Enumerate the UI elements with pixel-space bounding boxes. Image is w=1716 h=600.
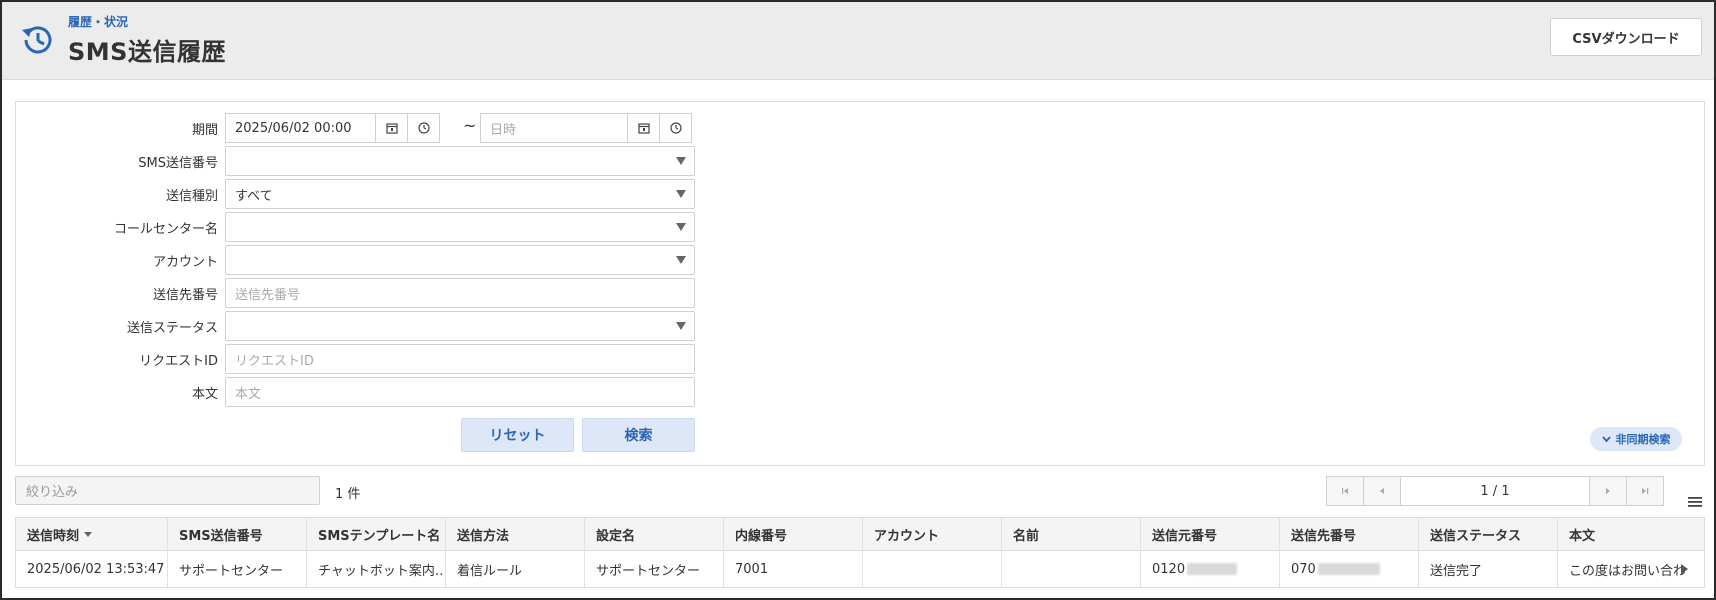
- call-center-label: コールセンター名: [113, 221, 218, 237]
- dropdown-arrow-icon: [676, 322, 686, 330]
- cell-from: 0120: [1141, 551, 1280, 587]
- dropdown-arrow-icon: [676, 223, 686, 231]
- col-header-body[interactable]: 本文: [1558, 518, 1694, 550]
- account-select[interactable]: [225, 245, 695, 275]
- call-center-select[interactable]: [225, 212, 695, 242]
- search-panel: 期間 2025/06/02 00:00 ~ 日時 SMS送信番号 送信種別 すべ…: [15, 101, 1705, 466]
- cell-body: この度はお問い合わ: [1558, 551, 1694, 587]
- cell-sms-number: サポートセンター: [168, 551, 307, 587]
- cell-setting: サポートセンター: [585, 551, 724, 587]
- period-from-input[interactable]: 2025/06/02 00:00: [225, 113, 376, 143]
- period-label: 期間: [191, 122, 218, 138]
- app-window: 履歴・状況 SMS送信履歴 CSVダウンロード 期間 2025/06/02 00…: [0, 0, 1716, 600]
- dest-number-input[interactable]: 送信先番号: [225, 278, 695, 308]
- cell-method: 着信ルール: [446, 551, 585, 587]
- col-header-status[interactable]: 送信ステータス: [1419, 518, 1558, 550]
- first-page-icon: [1342, 488, 1348, 494]
- col-header-time-label: 送信時刻: [27, 528, 80, 544]
- history-icon: [22, 26, 52, 54]
- send-type-label: 送信種別: [165, 188, 218, 204]
- calendar-button-to[interactable]: [627, 113, 660, 143]
- to-number-prefix: 070: [1291, 561, 1316, 577]
- col-header-setting[interactable]: 設定名: [585, 518, 724, 550]
- col-header-name[interactable]: 名前: [1002, 518, 1141, 550]
- col-header-to[interactable]: 送信先番号: [1280, 518, 1419, 550]
- body-placeholder: 本文: [235, 386, 262, 402]
- calendar-icon: [637, 123, 650, 134]
- col-header-sms-number[interactable]: SMS送信番号: [168, 518, 307, 550]
- col-header-from[interactable]: 送信元番号: [1141, 518, 1280, 550]
- calendar-button-from[interactable]: [375, 113, 408, 143]
- result-count: 1 件: [335, 487, 361, 502]
- page-title: SMS送信履歴: [68, 38, 226, 66]
- request-id-label: リクエストID: [139, 353, 218, 369]
- expand-icon[interactable]: [1681, 564, 1688, 574]
- page-header: 履歴・状況 SMS送信履歴 CSVダウンロード: [2, 2, 1714, 80]
- table-header: 送信時刻 SMS送信番号 SMSテンプレート名 送信方法 設定名 内線番号 アカ…: [16, 518, 1704, 551]
- next-page-icon: [1606, 488, 1610, 494]
- clock-button-to[interactable]: [659, 113, 692, 143]
- async-search-button[interactable]: 非同期検索: [1590, 427, 1682, 451]
- cell-to: 070: [1280, 551, 1419, 587]
- clock-icon: [669, 122, 682, 134]
- pagination: 1 / 1: [1326, 476, 1664, 506]
- cell-account: [863, 551, 1002, 587]
- breadcrumb[interactable]: 履歴・状況: [68, 13, 128, 30]
- request-id-input[interactable]: リクエストID: [225, 344, 695, 374]
- account-label: アカウント: [152, 254, 218, 270]
- redacted-mask: [1317, 563, 1380, 575]
- cell-time: 2025/06/02 13:53:47: [16, 551, 168, 587]
- send-type-select[interactable]: すべて: [225, 179, 695, 209]
- col-header-template[interactable]: SMSテンプレート名: [307, 518, 446, 550]
- sms-number-select[interactable]: [225, 146, 695, 176]
- last-page-icon: [1642, 488, 1649, 494]
- prev-page-button[interactable]: [1363, 476, 1401, 506]
- next-page-button[interactable]: [1589, 476, 1627, 506]
- dest-number-label: 送信先番号: [152, 287, 218, 303]
- cell-template: チャットボット案内…: [307, 551, 446, 587]
- calendar-icon: [385, 123, 398, 134]
- last-page-button[interactable]: [1626, 476, 1664, 506]
- send-type-value: すべて: [235, 188, 273, 204]
- table-row[interactable]: 2025/06/02 13:53:47 サポートセンター チャットボット案内… …: [16, 551, 1704, 587]
- chevron-down-icon: [1601, 435, 1611, 442]
- page-indicator: 1 / 1: [1400, 476, 1590, 506]
- from-number-prefix: 0120: [1152, 561, 1186, 577]
- col-header-method[interactable]: 送信方法: [446, 518, 585, 550]
- col-header-account[interactable]: アカウント: [863, 518, 1002, 550]
- csv-download-button[interactable]: CSVダウンロード: [1550, 18, 1702, 56]
- col-header-extension[interactable]: 内線番号: [724, 518, 863, 550]
- results-table: 送信時刻 SMS送信番号 SMSテンプレート名 送信方法 設定名 内線番号 アカ…: [15, 517, 1705, 588]
- filter-input[interactable]: 絞り込み: [15, 476, 320, 505]
- period-to-input[interactable]: 日時: [480, 113, 628, 143]
- cell-name: [1002, 551, 1141, 587]
- async-search-label: 非同期検索: [1615, 433, 1671, 446]
- col-header-time[interactable]: 送信時刻: [16, 518, 168, 550]
- body-input[interactable]: 本文: [225, 377, 695, 407]
- cell-extension: 7001: [724, 551, 863, 587]
- cell-body-text: この度はお問い合わ: [1569, 563, 1687, 579]
- search-button[interactable]: 検索: [582, 418, 695, 452]
- body-label: 本文: [191, 386, 218, 402]
- dropdown-arrow-icon: [676, 190, 686, 198]
- clock-button-from[interactable]: [407, 113, 440, 143]
- period-separator: ~: [463, 116, 477, 135]
- clock-icon: [417, 122, 430, 134]
- prev-page-icon: [1380, 488, 1384, 494]
- send-status-label: 送信ステータス: [126, 320, 218, 336]
- request-id-placeholder: リクエストID: [235, 353, 314, 369]
- dropdown-arrow-icon: [676, 256, 686, 264]
- column-menu-icon[interactable]: [1688, 496, 1702, 508]
- first-page-button[interactable]: [1326, 476, 1364, 506]
- redacted-mask: [1187, 563, 1238, 575]
- cell-status: 送信完了: [1419, 551, 1558, 587]
- dest-number-placeholder: 送信先番号: [235, 287, 301, 303]
- sort-desc-icon: [84, 531, 93, 537]
- dropdown-arrow-icon: [676, 157, 686, 165]
- sms-number-label: SMS送信番号: [138, 155, 218, 171]
- reset-button[interactable]: リセット: [461, 418, 574, 452]
- send-status-select[interactable]: [225, 311, 695, 341]
